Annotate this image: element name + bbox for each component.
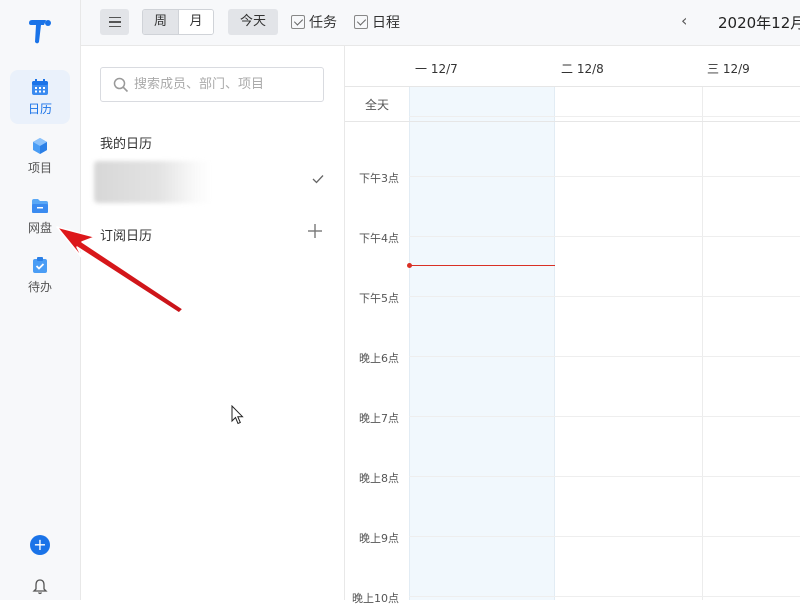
- checkbox-checked-icon: [354, 15, 368, 29]
- hour-label: 晚上10点: [345, 590, 399, 606]
- clipboard-check-icon: [30, 255, 50, 275]
- hour-line: [409, 416, 800, 417]
- hour-label: 晚上6点: [345, 350, 399, 366]
- hour-line: [409, 116, 800, 117]
- hour-line: [409, 476, 800, 477]
- schedule-filter-checkbox[interactable]: 日程: [354, 12, 400, 32]
- rail-item-label: 日历: [28, 100, 52, 117]
- view-switch: 周 月: [142, 9, 214, 35]
- header-divider: [345, 86, 800, 87]
- hour-label: 下午4点: [345, 230, 399, 246]
- hour-line: [409, 356, 800, 357]
- top-toolbar: 周 月 今天 任务 日程 ‹ 2020年12月: [81, 0, 800, 46]
- search-icon: [112, 76, 130, 94]
- my-calendar-heading: 我的日历: [100, 133, 152, 152]
- calendar-side-panel: 我的日历 订阅日历: [81, 46, 345, 600]
- today-button[interactable]: 今天: [228, 9, 278, 35]
- calendar-icon: [30, 77, 50, 97]
- hour-label: 晚上7点: [345, 410, 399, 426]
- hour-label: 晚上8点: [345, 470, 399, 486]
- month-view-button[interactable]: 月: [178, 10, 213, 34]
- rail-item-todo[interactable]: 待办: [10, 248, 70, 302]
- folder-icon: [30, 196, 50, 216]
- app-logo-icon[interactable]: [26, 17, 54, 45]
- app-rail: 日历 项目 网盘 待办 +: [0, 0, 81, 600]
- hour-label: 晚上9点: [345, 530, 399, 546]
- previous-week-button[interactable]: ‹: [681, 11, 697, 31]
- day-header-tue[interactable]: 二 12/8: [561, 60, 604, 77]
- rail-item-label: 网盘: [28, 219, 52, 236]
- add-button[interactable]: +: [30, 535, 50, 555]
- subscribed-calendar-heading: 订阅日历: [100, 225, 152, 244]
- rail-item-project[interactable]: 项目: [10, 129, 70, 183]
- hour-label: 下午5点: [345, 290, 399, 306]
- hour-line: [409, 536, 800, 537]
- plus-icon[interactable]: [307, 223, 323, 239]
- hour-line: [409, 596, 800, 597]
- current-time-line: [409, 265, 555, 266]
- task-filter-label: 任务: [309, 12, 337, 32]
- week-view-button[interactable]: 周: [143, 10, 178, 34]
- hour-line: [409, 176, 800, 177]
- hamburger-icon: [109, 17, 121, 19]
- my-calendar-item[interactable]: [94, 161, 334, 203]
- rail-item-label: 项目: [28, 159, 52, 176]
- all-day-label: 全天: [365, 96, 389, 113]
- today-column[interactable]: [409, 87, 555, 600]
- current-month-title: 2020年12月: [718, 12, 800, 33]
- redacted-name: [94, 161, 212, 203]
- rail-item-drive[interactable]: 网盘: [10, 189, 70, 243]
- bell-icon[interactable]: [31, 578, 49, 596]
- column-divider: [702, 87, 703, 600]
- project-cube-icon: [30, 136, 50, 156]
- week-grid: 一 12/7 二 12/8 三 12/9 全天 下午3点 下午4点 下午5点 晚…: [345, 46, 800, 600]
- day-header-wed[interactable]: 三 12/9: [707, 60, 750, 77]
- hour-line: [409, 296, 800, 297]
- all-day-divider: [345, 121, 800, 122]
- search-box[interactable]: [100, 67, 324, 102]
- hour-line: [409, 236, 800, 237]
- checkbox-checked-icon: [291, 15, 305, 29]
- schedule-filter-label: 日程: [372, 12, 400, 32]
- day-header-mon[interactable]: 一 12/7: [415, 60, 458, 77]
- task-filter-checkbox[interactable]: 任务: [291, 12, 337, 32]
- rail-item-calendar[interactable]: 日历: [10, 70, 70, 124]
- hour-label: 下午3点: [345, 170, 399, 186]
- check-icon[interactable]: [312, 173, 324, 185]
- search-input[interactable]: [134, 77, 314, 92]
- rail-item-label: 待办: [28, 278, 52, 295]
- menu-toggle-button[interactable]: [100, 9, 129, 35]
